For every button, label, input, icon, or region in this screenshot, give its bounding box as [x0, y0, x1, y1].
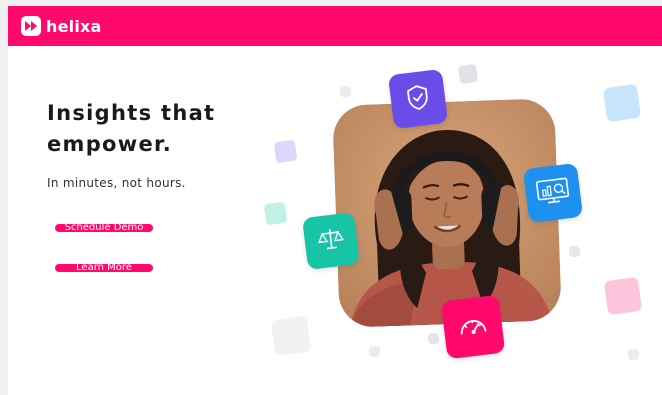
decorative-square [270, 315, 312, 357]
hero-subline: In minutes, not hours. [47, 176, 186, 190]
scales-icon [315, 223, 347, 258]
decorative-square [603, 276, 643, 316]
decorative-square [263, 201, 288, 226]
scales-tile [302, 212, 360, 270]
shield-check-icon [402, 81, 434, 116]
shield-check-tile [387, 68, 449, 130]
top-navigation-bar: helixa [8, 6, 662, 46]
decorative-square [273, 139, 298, 164]
learn-more-button[interactable]: Learn More [55, 264, 153, 272]
decorative-square [340, 86, 351, 97]
decorative-square [369, 346, 380, 357]
logo[interactable]: helixa [21, 16, 102, 36]
decorative-square [569, 246, 580, 257]
analytics-monitor-icon [534, 175, 572, 211]
decorative-square [628, 349, 639, 360]
speedometer-tile [440, 294, 506, 360]
decorative-square [602, 83, 642, 123]
analytics-monitor-tile [522, 162, 584, 224]
schedule-demo-button[interactable]: Schedule Demo [55, 224, 153, 232]
brand-name: helixa [46, 16, 102, 36]
decorative-square [457, 63, 479, 85]
helixa-logo-icon [21, 16, 41, 36]
hero-headline: Insights that empower. [47, 101, 216, 156]
speedometer-icon [456, 311, 489, 342]
decorative-square [428, 333, 439, 344]
